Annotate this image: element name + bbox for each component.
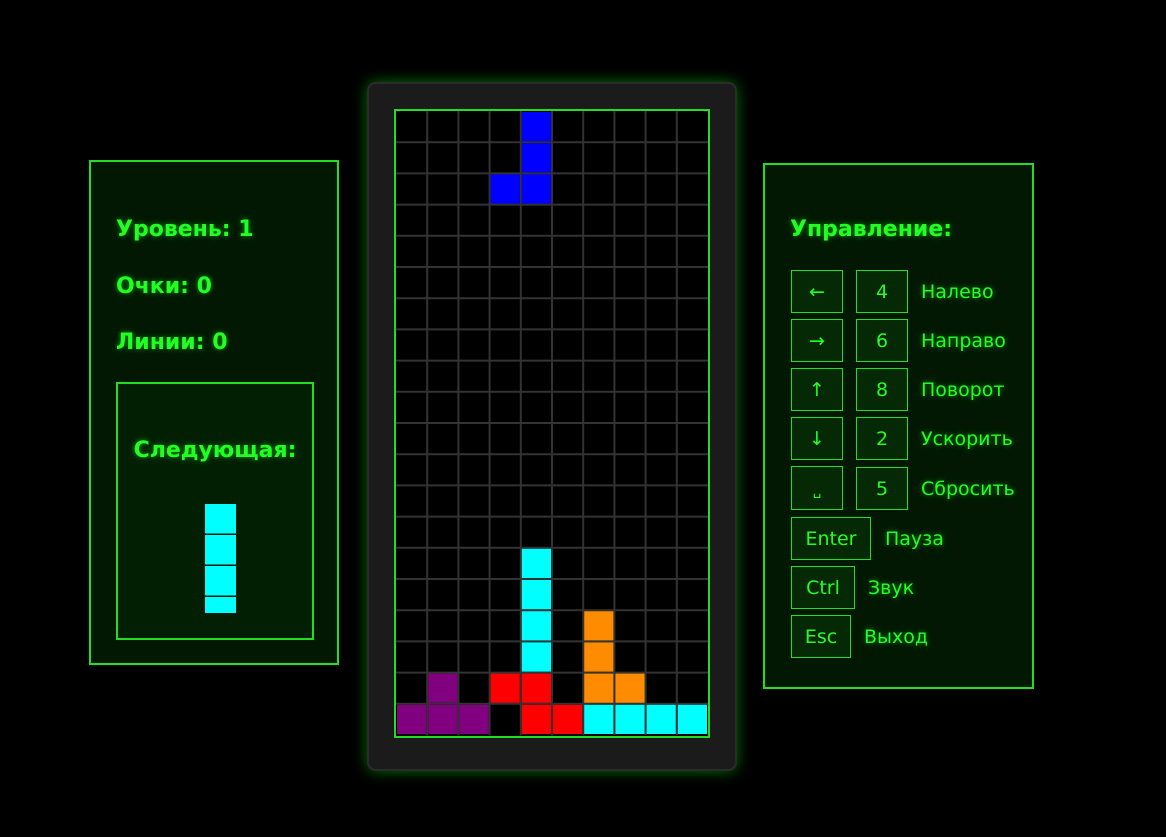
next-piece-block [205,597,236,613]
locked-block [615,673,645,703]
next-piece-box: Следующая: [116,382,314,640]
key-space[interactable]: ␣ [791,466,843,510]
locked-block [584,642,614,672]
action-right: Направо [921,330,1006,352]
key-numpad-2[interactable]: 2 [856,417,908,460]
key-esc[interactable]: Esc [791,615,851,658]
game-board[interactable] [394,109,710,738]
key-numpad-5[interactable]: 5 [856,467,908,510]
next-piece-block [205,566,236,596]
level-value: 1 [238,217,254,242]
active-piece-block [521,112,551,142]
active-piece-block [521,174,551,204]
action-left: Налево [921,281,994,303]
locked-block [677,704,707,734]
score-value: 0 [196,274,212,299]
key-numpad-6[interactable]: 6 [856,319,908,362]
locked-block [459,704,489,734]
active-piece-block [490,174,520,204]
key-left-arrow[interactable]: ← [791,270,843,313]
level-stat: Уровень: 1 [116,217,254,242]
key-numpad-4[interactable]: 4 [856,270,908,313]
action-drop: Сбросить [921,478,1015,500]
key-right-arrow[interactable]: → [791,319,843,362]
locked-block [521,548,551,578]
key-ctrl[interactable]: Ctrl [791,566,855,609]
lines-value: 0 [212,330,228,355]
locked-block [428,704,458,734]
lines-stat: Линии: 0 [116,330,228,355]
locked-block [428,673,458,703]
controls-title: Управление: [790,217,953,242]
locked-block [521,611,551,641]
level-label: Уровень: [116,217,231,242]
lines-label: Линии: [116,330,205,355]
locked-block [584,673,614,703]
score-label: Очки: [116,274,189,299]
action-rotate: Поворот [921,379,1005,401]
locked-block [521,642,551,672]
locked-block [553,704,583,734]
score-stat: Очки: 0 [116,274,212,299]
locked-block [521,704,551,734]
locked-block [521,673,551,703]
key-down-arrow[interactable]: ↓ [791,417,843,460]
next-piece-block [205,504,236,534]
key-numpad-8[interactable]: 8 [856,368,908,411]
locked-block [615,704,645,734]
board-grid [396,111,708,735]
locked-block [397,704,427,734]
stats-panel: Уровень: 1 Очки: 0 Линии: 0 Следующая: [89,160,339,665]
action-exit: Выход [864,626,929,648]
locked-block [521,580,551,610]
next-piece-preview [205,504,236,613]
action-sound: Звук [868,577,915,599]
active-piece-block [521,143,551,173]
next-piece-block [205,535,236,565]
action-pause: Пауза [885,528,944,550]
key-enter[interactable]: Enter [791,517,871,560]
locked-block [584,704,614,734]
locked-block [584,611,614,641]
locked-block [646,704,676,734]
locked-block [490,673,520,703]
action-speed-up: Ускорить [921,428,1013,450]
controls-panel: Управление: ← 4 Налево → 6 Направо ↑ 8 П… [763,163,1034,689]
key-up-arrow[interactable]: ↑ [791,368,843,411]
